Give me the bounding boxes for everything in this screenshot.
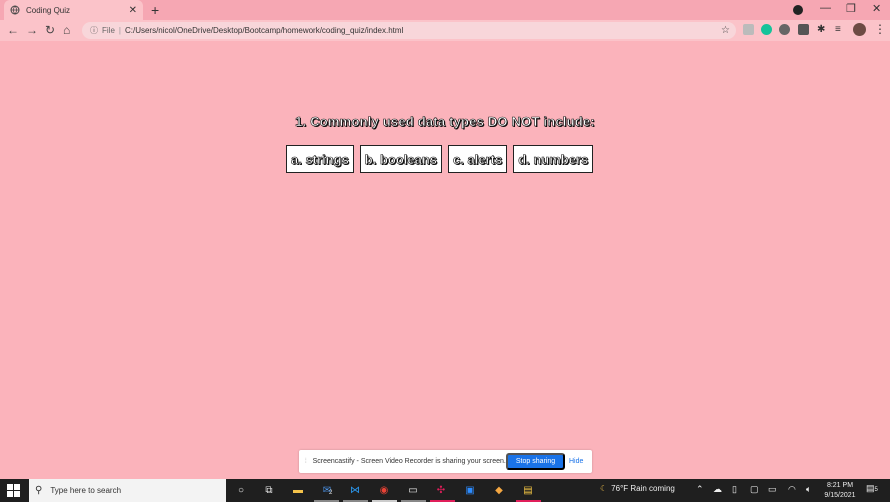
terminal-icon[interactable]: ▭ — [406, 483, 420, 497]
drag-handle-icon[interactable]: ⦙ — [305, 458, 307, 466]
media-control-icon[interactable] — [793, 5, 803, 15]
address-bar[interactable]: ⓘ File | C:/Users/nicol/OneDrive/Desktop… — [82, 22, 736, 39]
stop-sharing-button[interactable]: Stop sharing — [506, 453, 565, 470]
answer-label-c: c. alerts — [453, 151, 503, 167]
answer-label-a: a. strings — [291, 151, 349, 167]
task-view-icon[interactable]: ⧉ — [262, 483, 276, 497]
minimize-icon[interactable]: — — [820, 2, 831, 14]
clock[interactable]: 8:21 PM 9/15/2021 — [819, 481, 861, 501]
vscode-icon[interactable]: ⋈ — [348, 483, 362, 497]
search-placeholder: Type here to search — [50, 486, 122, 495]
grammarly-icon[interactable] — [761, 24, 772, 35]
reading-list-icon[interactable]: ≡ — [835, 24, 846, 35]
tab-close-icon[interactable]: ✕ — [129, 5, 137, 16]
puzzle-extensions-icon[interactable]: ✱ — [817, 24, 828, 35]
globe-icon — [10, 5, 20, 15]
new-tab-icon[interactable]: + — [151, 2, 159, 18]
clock-time: 8:21 PM — [826, 482, 854, 489]
clock-date: 9/15/2021 — [824, 492, 856, 499]
zoom-icon[interactable]: ▣ — [463, 483, 477, 497]
weather-text: 76°F Rain coming — [611, 484, 675, 493]
reload-icon[interactable]: ↻ — [45, 23, 55, 37]
hide-button[interactable]: Hide — [569, 453, 583, 470]
screen-icon[interactable]: ▢ — [750, 484, 759, 495]
forward-icon[interactable]: → — [26, 23, 38, 37]
taskbar: ⚲ Type here to search ○ ⧉ ▬ ✉ 2 ⋈ ◉ ▭ ✣ … — [0, 479, 890, 502]
volume-icon[interactable]: 🔈︎ — [806, 484, 811, 495]
wifi-icon[interactable]: ◠ — [788, 484, 796, 495]
url-scheme-label: File — [102, 26, 115, 35]
browser-tab[interactable]: Coding Quiz ✕ — [4, 0, 143, 20]
moon-icon: ☾ — [600, 484, 608, 493]
tab-title: Coding Quiz — [26, 5, 71, 15]
quiz-question: 1. Commonly used data types DO NOT inclu… — [295, 114, 595, 130]
url-separator: | — [118, 26, 121, 35]
mail-badge: 2 — [329, 490, 333, 496]
cortana-icon[interactable]: ○ — [234, 483, 248, 497]
back-icon[interactable]: ← — [7, 23, 19, 37]
answer-label-b: b. booleans — [364, 151, 438, 167]
more-menu-icon[interactable]: ⋮ — [874, 22, 886, 36]
sticky-notes-icon[interactable]: ▤ — [521, 483, 535, 497]
home-icon[interactable]: ⌂ — [63, 23, 70, 37]
taskbar-search[interactable]: ⚲ Type here to search — [29, 479, 226, 502]
tab-strip: Coding Quiz ✕ + — ❐ ✕ — [0, 0, 890, 20]
info-icon[interactable]: ⓘ — [90, 25, 98, 36]
app-icon[interactable]: ◆ — [492, 483, 506, 497]
share-message: Screencastify - Screen Video Recorder is… — [312, 458, 506, 465]
skype-icon[interactable] — [779, 24, 790, 35]
chrome-icon[interactable]: ◉ — [377, 483, 391, 497]
restore-icon[interactable]: ❐ — [846, 2, 856, 15]
answer-button-b[interactable]: b. booleans — [359, 145, 443, 173]
browser-toolbar: ← → ↻ ⌂ ⓘ File | C:/Users/nicol/OneDrive… — [0, 20, 890, 41]
weather-widget[interactable]: ☾ 76°F Rain coming — [600, 484, 675, 493]
answer-button-d[interactable]: d. numbers — [513, 145, 594, 173]
notification-icon[interactable]: ▤5 — [866, 483, 880, 497]
screencastify-icon[interactable] — [798, 24, 809, 35]
search-icon: ⚲ — [35, 485, 43, 496]
windows-start-icon[interactable] — [7, 484, 20, 497]
slack-icon[interactable]: ✣ — [434, 483, 448, 497]
chevron-up-icon[interactable]: ⌃ — [696, 484, 704, 495]
file-explorer-icon[interactable]: ▬ — [291, 483, 305, 497]
device-icon[interactable]: ▯ — [732, 484, 737, 495]
bookmark-star-icon[interactable]: ☆ — [721, 25, 730, 36]
answer-button-a[interactable]: a. strings — [286, 145, 354, 173]
close-window-icon[interactable]: ✕ — [872, 2, 881, 15]
answer-list: a. strings b. booleans c. alerts d. numb… — [286, 145, 594, 173]
extension-icon[interactable] — [743, 24, 754, 35]
profile-avatar[interactable] — [853, 23, 866, 36]
answer-label-d: d. numbers — [518, 151, 589, 167]
screen-share-bar: ⦙ Screencastify - Screen Video Recorder … — [299, 450, 592, 473]
url-text: C:/Users/nicol/OneDrive/Desktop/Bootcamp… — [124, 26, 404, 35]
notification-count: 5 — [874, 487, 878, 493]
battery-icon[interactable]: ▭ — [768, 484, 777, 495]
cloud-icon[interactable]: ☁ — [713, 484, 722, 495]
answer-button-c[interactable]: c. alerts — [448, 145, 508, 173]
